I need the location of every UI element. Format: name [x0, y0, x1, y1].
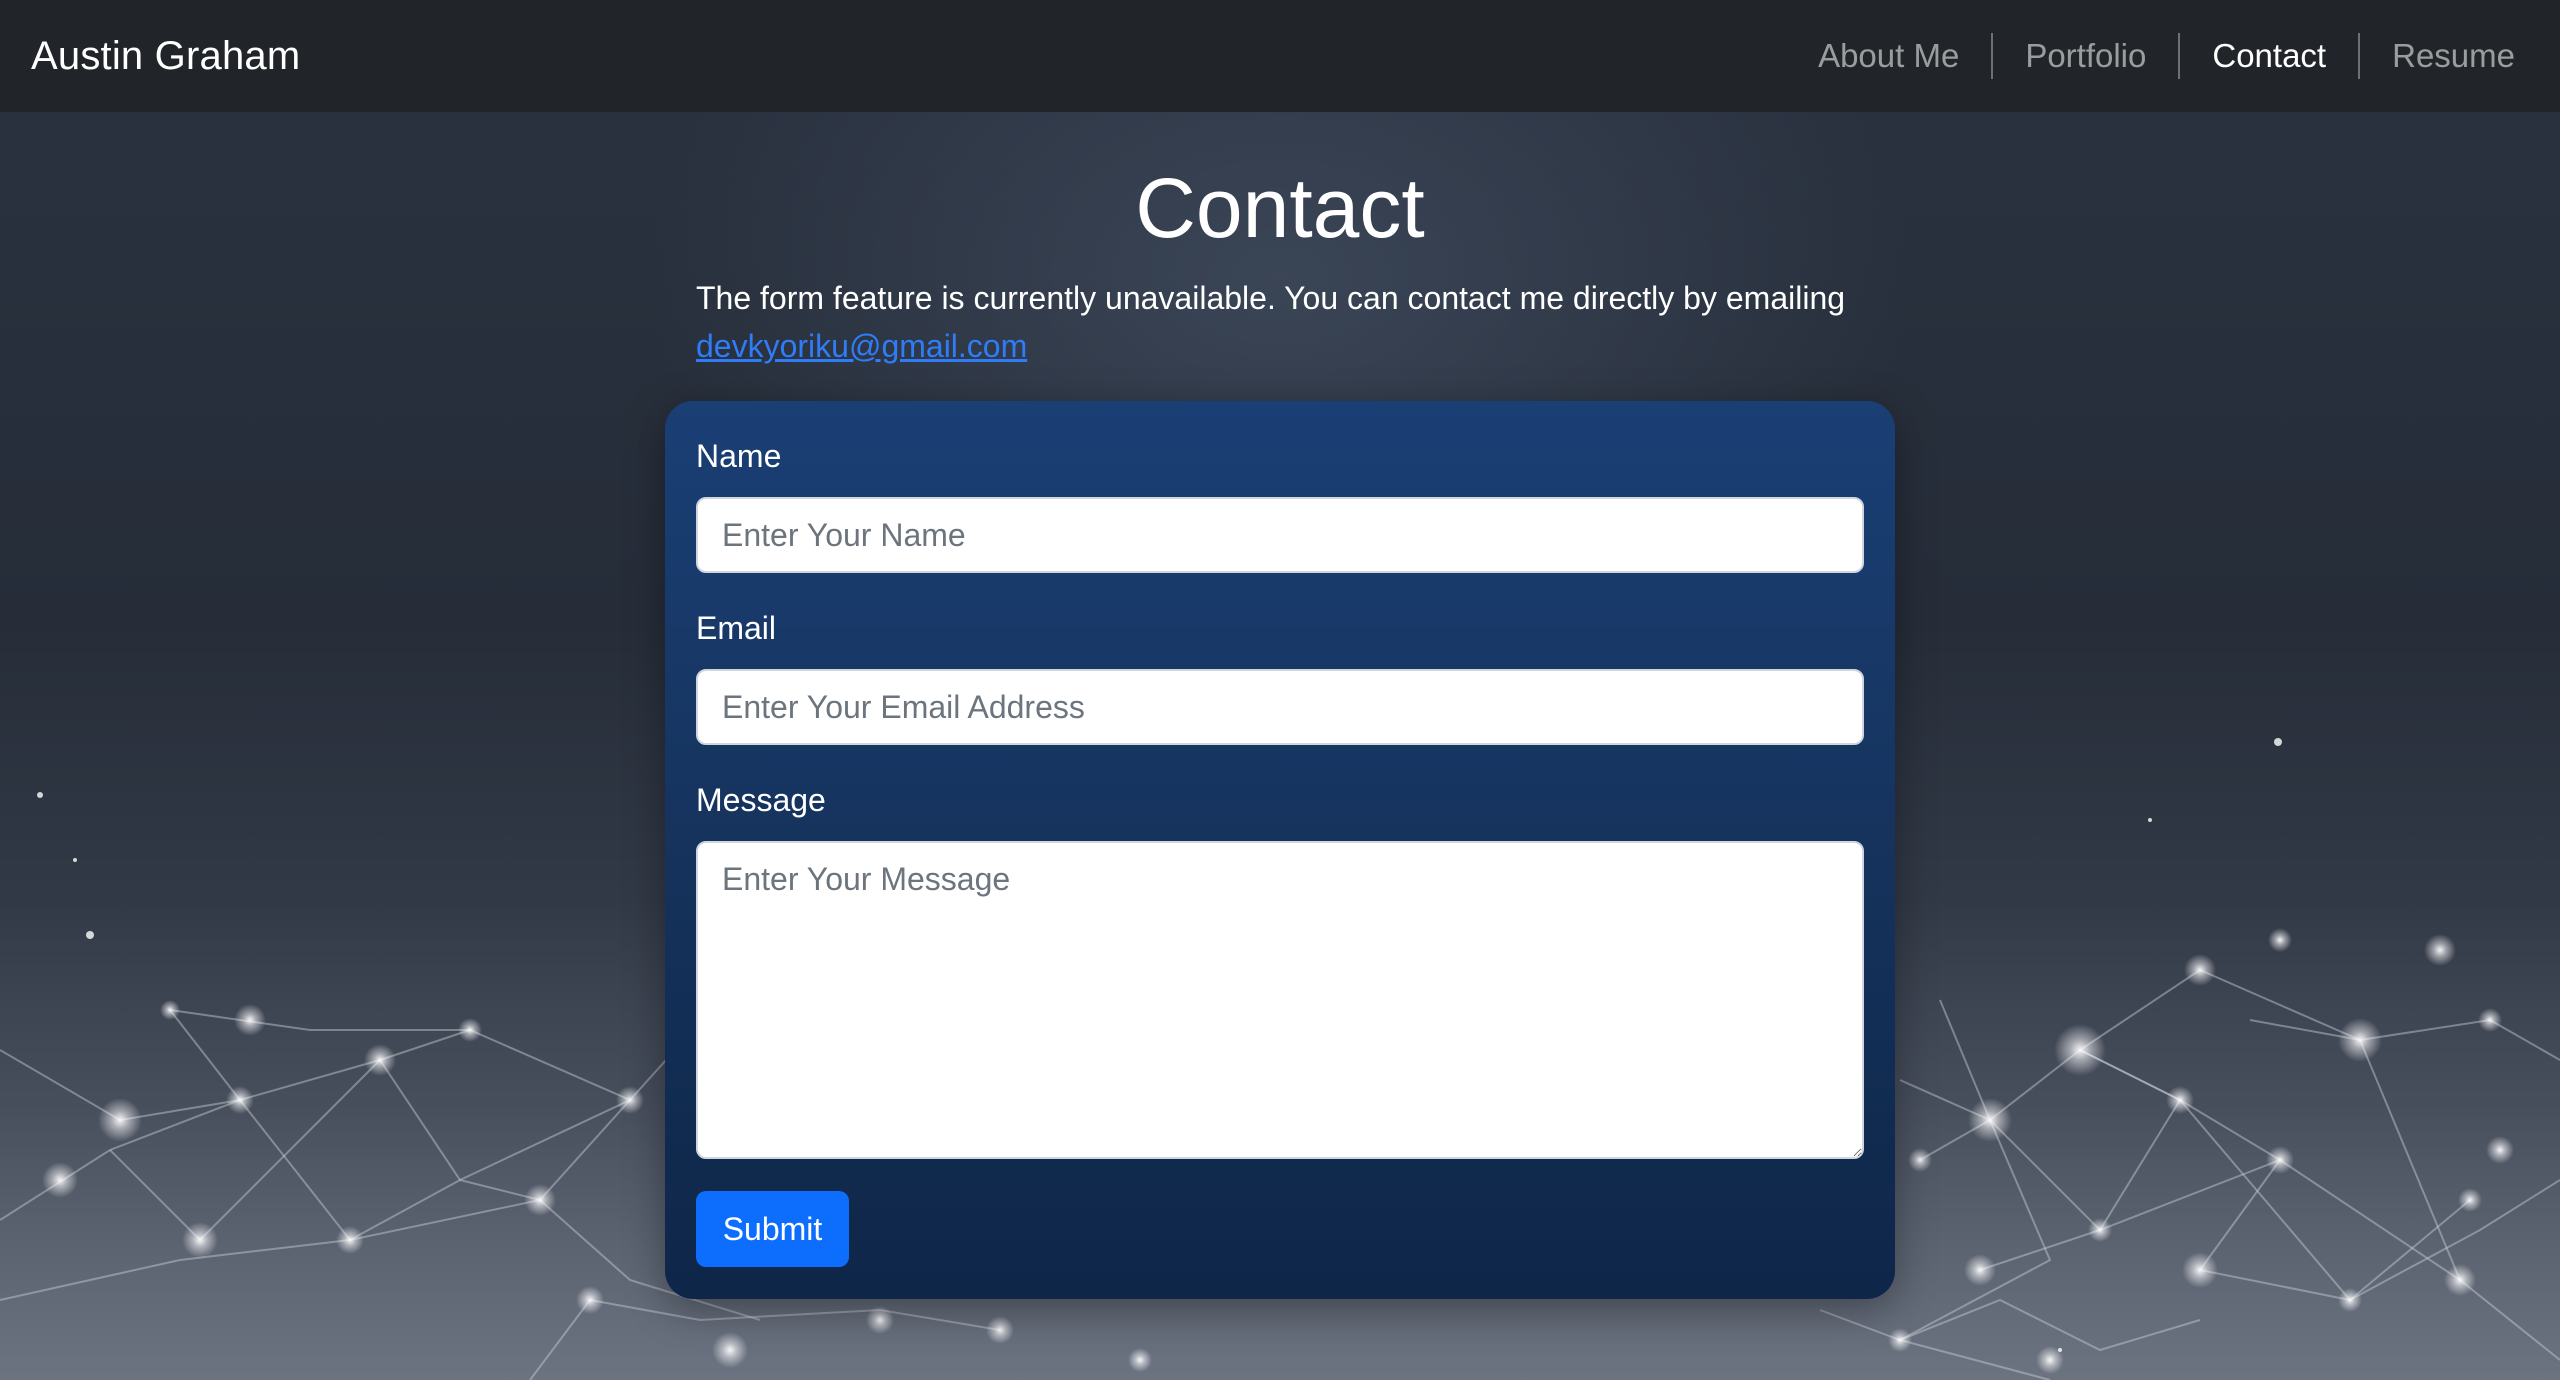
message-label: Message: [696, 782, 826, 818]
name-label: Name: [696, 438, 782, 474]
notice-text: The form feature is currently unavailabl…: [696, 280, 1846, 316]
submit-button[interactable]: Submit: [696, 1191, 849, 1267]
email-link[interactable]: devkyoriku@gmail.com: [696, 328, 1027, 364]
email-input[interactable]: [696, 669, 1864, 745]
contact-form: Name Email Message Submit: [665, 401, 1895, 1299]
brand-link[interactable]: Austin Graham: [31, 34, 300, 79]
nav-link-contact[interactable]: Contact: [2178, 33, 2358, 79]
nav-links: About Me Portfolio Contact Resume: [1786, 0, 2547, 112]
nav-link-about-me[interactable]: About Me: [1786, 33, 1991, 79]
top-navbar: Austin Graham About Me Portfolio Contact…: [0, 0, 2560, 112]
email-label: Email: [696, 610, 777, 646]
name-input[interactable]: [696, 497, 1864, 573]
message-textarea[interactable]: [696, 841, 1864, 1159]
form-unavailable-notice: The form feature is currently unavailabl…: [696, 274, 1896, 370]
nav-link-resume[interactable]: Resume: [2358, 33, 2547, 79]
nav-link-portfolio[interactable]: Portfolio: [1991, 33, 2178, 79]
page-title: Contact: [1135, 161, 1425, 255]
